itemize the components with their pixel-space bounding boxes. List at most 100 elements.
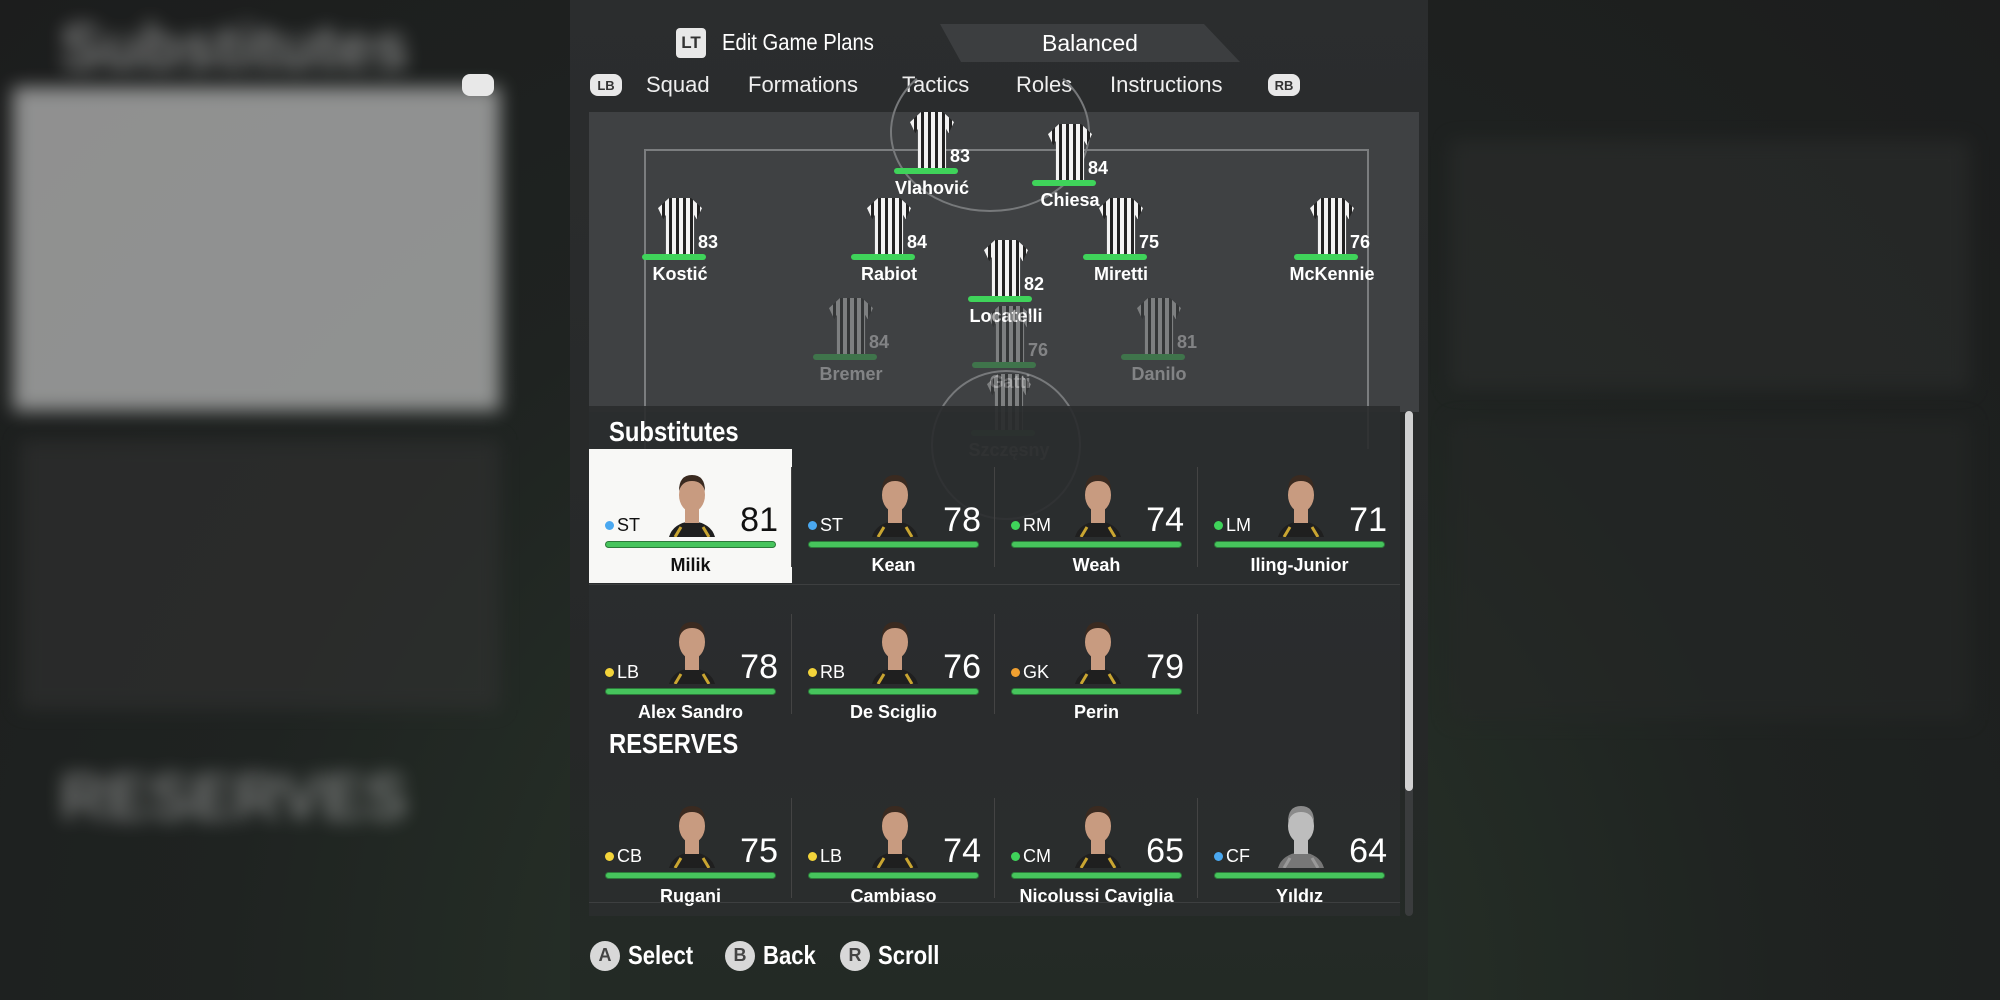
player-name: Cambiaso [850,886,937,906]
rating-bar [1294,254,1358,260]
player-portrait [1075,622,1121,684]
position-label: LB [820,846,843,866]
player-card[interactable]: CM 65 Nicolussi Caviglia [995,780,1198,914]
rating-bar [1032,180,1096,186]
player-rating: 83 [950,146,971,166]
tab-squad[interactable]: Squad [646,72,710,98]
rating-bar [851,254,915,260]
tab-instructions[interactable]: Instructions [1110,72,1223,98]
player-name: Rugani [660,886,721,906]
player-rating: 83 [698,232,719,252]
rating-bar [813,354,877,360]
player-card[interactable]: ST 78 Kean [792,449,995,583]
player-rating: 84 [869,332,890,352]
kit-icon [988,306,1032,362]
controller-hints: A Select B Back R Scroll [590,940,1090,976]
player-portrait [1075,806,1121,868]
pitch-player[interactable]: 81 Danilo [1099,298,1219,385]
position-label: RB [820,662,846,682]
pitch: 83 Vlahović 84 Chiesa 83 Kostić 84 Rabiot 75 Mire… [589,52,1419,520]
player-card[interactable]: LM 71 Iling-Junior [1198,449,1401,583]
player-card[interactable]: GK 79 Perin [995,596,1198,730]
player-card[interactable]: ST 81 Milik [589,449,792,583]
player-name: Kostić [652,264,708,284]
position-dot-icon [808,521,817,530]
player-portrait [872,806,918,868]
pitch-player[interactable]: 76 McKennie [1272,198,1392,285]
back-hint[interactable]: B Back [725,940,825,971]
blurred-background-card [1450,140,1970,390]
rating-bar [808,688,979,695]
kit-icon [984,240,1028,296]
player-position: CB [605,846,642,867]
player-card[interactable]: LB 74 Cambiaso [792,780,995,914]
rating-bar [1083,254,1147,260]
select-hint[interactable]: A Select [590,940,705,971]
scrollbar-thumb[interactable] [1405,411,1413,791]
pitch-player[interactable]: 83 Kostić [620,198,740,285]
pitch-player[interactable]: 84 Rabiot [829,198,949,285]
player-position: LB [808,846,842,867]
player-name: Perin [1073,702,1120,722]
player-rating: 71 [1349,501,1387,539]
player-name: McKennie [1289,264,1375,284]
player-name: Nicolussi Caviglia [1019,886,1174,906]
position-dot-icon [605,852,614,861]
rating-bar [1011,541,1182,548]
player-name: Bremer [819,364,883,384]
pitch-player[interactable]: 83 Vlahović [872,112,992,199]
blurred-background-title: Substitutes [60,11,409,83]
bench-list: Substitutes ST 81 Milik ST 78 Kean RM 74… [589,406,1400,916]
rating-bar [1214,541,1385,548]
player-portrait [669,475,715,537]
lt-button-icon[interactable]: LT [676,28,706,58]
position-dot-icon [1011,668,1020,677]
player-name: De Sciglio [849,702,938,722]
position-label: LB [617,662,640,682]
player-position: GK [1011,662,1049,683]
player-rating: 74 [943,832,981,870]
pitch-player[interactable]: 75 Miretti [1061,198,1181,285]
player-rating: 81 [1177,332,1198,352]
pitch-player[interactable]: 84 Bremer [791,298,911,385]
player-name: Milik [670,555,711,575]
player-rating: 74 [1146,501,1184,539]
tab-formations[interactable]: Formations [748,72,858,98]
rb-button-icon[interactable]: RB [1268,74,1300,96]
player-name: Miretti [1094,264,1148,284]
lb-button-icon[interactable] [462,74,494,96]
player-card[interactable]: LB 78 Alex Sandro [589,596,792,730]
rating-bar [605,872,776,879]
scrollbar[interactable] [1405,411,1413,916]
blurred-background-reserves: RESERVES [60,761,408,833]
rating-bar [1121,354,1185,360]
position-label: CB [617,846,643,866]
lb-button-icon[interactable]: LB [590,74,622,96]
player-card[interactable]: CF 64 Yıldız [1198,780,1401,914]
hint-label: Back [763,940,816,970]
player-portrait [1278,806,1324,868]
player-position: LM [1214,515,1251,536]
player-rating: 82 [1024,274,1045,294]
edit-game-plans-button[interactable]: Edit Game Plans [722,29,874,56]
player-portrait [669,806,715,868]
player-name: Vlahović [894,178,970,198]
r-stick-icon: R [840,940,870,971]
scroll-hint[interactable]: R Scroll [840,940,950,971]
player-card[interactable]: RB 76 De Sciglio [792,596,995,730]
position-label: LM [1226,515,1252,535]
player-rating: 65 [1146,832,1184,870]
player-card[interactable]: CB 75 Rugani [589,780,792,914]
rating-bar [894,168,958,174]
player-rating: 79 [1146,648,1184,686]
kit-icon [1137,298,1181,354]
player-name: Weah [1072,555,1121,575]
position-label: CF [1226,846,1250,866]
player-name: Danilo [1131,364,1187,384]
hint-label: Scroll [878,940,940,970]
b-button-icon: B [725,940,755,971]
player-card[interactable]: RM 74 Weah [995,449,1198,583]
rating-bar [1011,688,1182,695]
player-rating: 76 [1028,340,1049,360]
divider [589,584,1400,585]
